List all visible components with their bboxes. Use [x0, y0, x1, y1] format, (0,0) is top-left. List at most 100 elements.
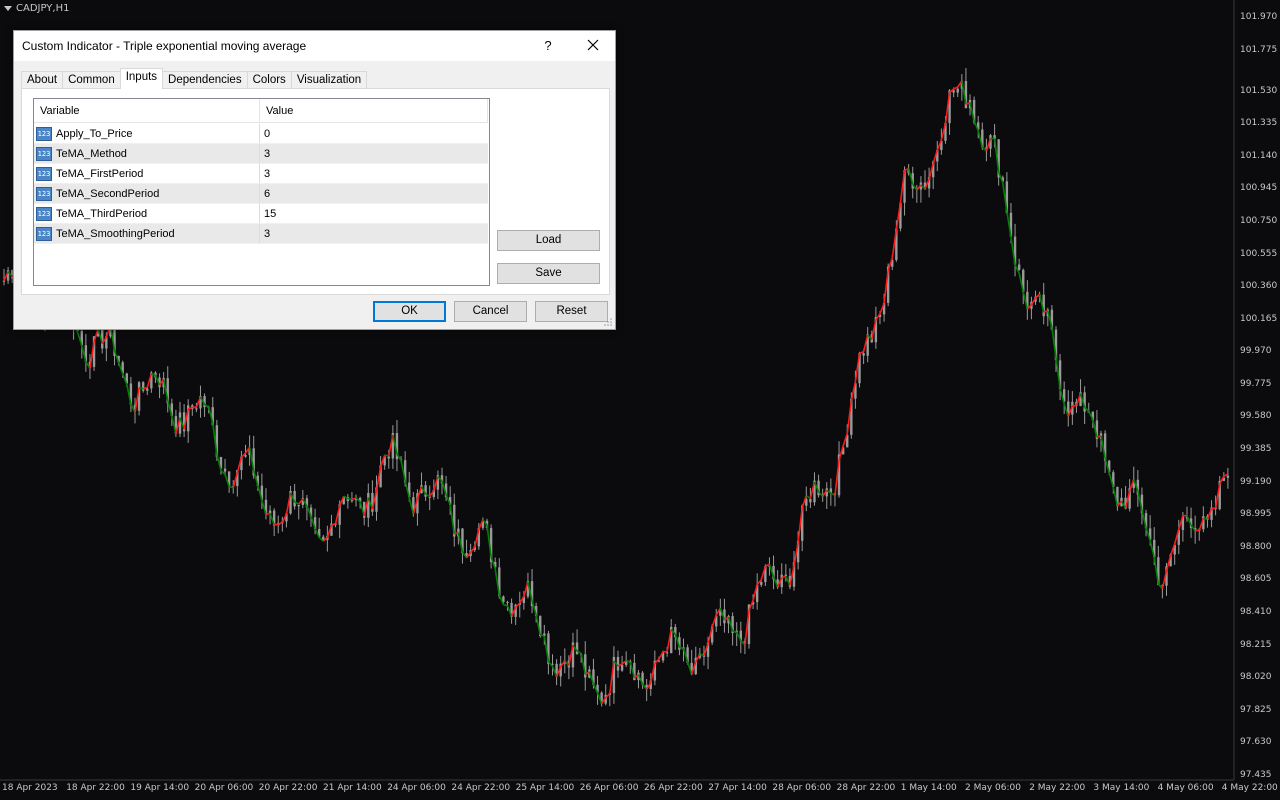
header-value[interactable]: Value	[260, 99, 488, 123]
time-tick-label: 26 Apr 22:00	[644, 783, 703, 793]
table-row[interactable]: 123 TeMA_SecondPeriod 6	[34, 184, 488, 204]
number-icon: 123	[36, 186, 52, 201]
time-tick-label: 3 May 14:00	[1093, 783, 1150, 793]
price-tick-label: 99.775	[1240, 378, 1272, 389]
variable-cell: 123 TeMA_ThirdPeriod	[34, 204, 260, 223]
candle-body	[809, 498, 812, 503]
time-tick-label: 18 Apr 2023	[2, 783, 58, 793]
variable-cell: 123 Apply_To_Price	[34, 124, 260, 143]
time-tick-label: 2 May 06:00	[965, 783, 1021, 793]
number-icon: 123	[36, 206, 52, 221]
tab-about[interactable]: About	[21, 71, 64, 89]
dialog-tabs: About Common Inputs Dependencies Colors …	[21, 68, 368, 89]
variable-cell: 123 TeMA_SmoothingPeriod	[34, 224, 260, 243]
candle-body	[760, 582, 763, 585]
inputs-table[interactable]: Variable Value 123 Apply_To_Price 0 123 Te…	[33, 98, 490, 286]
tema-line-segment	[503, 603, 508, 607]
variable-name: TeMA_Method	[56, 147, 127, 160]
table-row[interactable]: 123 TeMA_FirstPeriod 3	[34, 164, 488, 184]
variable-cell: 123 TeMA_Method	[34, 144, 260, 163]
variable-name: TeMA_SecondPeriod	[56, 187, 160, 200]
tab-visualization[interactable]: Visualization	[290, 71, 368, 89]
candle-body	[952, 90, 955, 93]
candle-body	[620, 664, 624, 671]
number-icon: 123	[36, 146, 52, 161]
price-tick-label: 101.775	[1240, 44, 1278, 55]
time-tick-label: 21 Apr 14:00	[323, 783, 382, 793]
value-cell[interactable]: 3	[260, 224, 488, 243]
variable-cell: 123 TeMA_SecondPeriod	[34, 184, 260, 203]
table-row[interactable]: 123 TeMA_ThirdPeriod 15	[34, 204, 488, 224]
tema-line-segment	[679, 646, 684, 650]
value-cell[interactable]: 3	[260, 164, 488, 183]
value-cell[interactable]: 6	[260, 184, 488, 203]
reset-button[interactable]: Reset	[535, 301, 608, 322]
help-button[interactable]: ?	[536, 35, 560, 57]
price-tick-label: 97.630	[1240, 737, 1272, 748]
price-tick-label: 97.825	[1240, 704, 1272, 715]
cancel-button[interactable]: Cancel	[454, 301, 527, 322]
price-tick-label: 100.750	[1240, 215, 1278, 226]
time-tick-label: 19 Apr 14:00	[130, 783, 190, 793]
custom-indicator-dialog: Custom Indicator - Triple exponential mo…	[13, 30, 616, 330]
candle-body	[141, 382, 145, 391]
value-cell[interactable]: 3	[260, 144, 488, 163]
dialog-titlebar[interactable]: Custom Indicator - Triple exponential mo…	[14, 31, 615, 61]
time-tick-label: 24 Apr 22:00	[451, 783, 511, 793]
tema-line-segment	[1211, 507, 1216, 510]
close-icon	[587, 39, 599, 51]
price-tick-label: 99.190	[1240, 476, 1272, 487]
time-tick-label: 27 Apr 14:00	[708, 783, 767, 793]
table-row[interactable]: 123 TeMA_SmoothingPeriod 3	[34, 224, 488, 244]
variable-name: TeMA_FirstPeriod	[56, 167, 144, 180]
value-cell[interactable]: 15	[260, 204, 488, 223]
time-tick-label: 18 Apr 22:00	[66, 783, 125, 793]
price-tick-label: 100.945	[1240, 183, 1278, 194]
price-tick-label: 97.435	[1240, 770, 1272, 780]
table-header: Variable Value	[34, 99, 488, 123]
resize-grip-icon[interactable]	[603, 317, 613, 327]
candle-body	[350, 500, 354, 502]
number-icon: 123	[36, 226, 52, 241]
tab-dependencies[interactable]: Dependencies	[162, 71, 248, 89]
price-tick-label: 100.360	[1240, 281, 1278, 292]
tema-line-segment	[277, 521, 283, 526]
price-tick-label: 101.140	[1240, 150, 1278, 161]
load-button[interactable]: Load	[497, 230, 600, 251]
candle-body	[195, 408, 198, 410]
tema-line-segment	[138, 387, 144, 390]
tab-inputs[interactable]: Inputs	[119, 68, 164, 89]
price-tick-label: 98.215	[1240, 639, 1272, 650]
value-cell[interactable]: 0	[260, 124, 488, 143]
price-tick-label: 100.165	[1240, 313, 1278, 324]
candle-body	[387, 456, 390, 459]
time-tick-label: 20 Apr 06:00	[194, 783, 254, 793]
dropdown-arrow-icon[interactable]	[4, 6, 12, 11]
tab-common[interactable]: Common	[62, 71, 121, 89]
inputs-tab-page: Variable Value 123 Apply_To_Price 0 123 Te…	[21, 88, 610, 295]
close-button[interactable]	[580, 35, 606, 57]
time-tick-label: 25 Apr 14:00	[515, 783, 575, 793]
tab-colors[interactable]: Colors	[246, 71, 292, 89]
candle-body	[862, 353, 865, 356]
candle-body	[956, 88, 959, 93]
time-tick-label: 2 May 22:00	[1029, 783, 1086, 793]
tema-line-segment	[953, 86, 959, 90]
price-tick-label: 99.580	[1240, 411, 1272, 422]
number-icon: 123	[36, 126, 52, 141]
time-tick-label: 24 Apr 06:00	[387, 783, 446, 793]
symbol-label[interactable]: CADJPY,H1	[4, 3, 69, 14]
price-tick-label: 101.970	[1240, 12, 1278, 22]
price-tick-label: 98.410	[1240, 607, 1272, 618]
price-tick-label: 98.800	[1240, 541, 1272, 552]
header-variable[interactable]: Variable	[34, 99, 260, 123]
table-row[interactable]: 123 Apply_To_Price 0	[34, 124, 488, 144]
save-button[interactable]: Save	[497, 263, 600, 284]
candle-body	[367, 492, 370, 518]
number-icon: 123	[36, 166, 52, 181]
time-tick-label: 1 May 14:00	[900, 783, 957, 793]
time-tick-label: 20 Apr 22:00	[258, 783, 318, 793]
ok-button[interactable]: OK	[373, 301, 446, 322]
candle-body	[244, 455, 247, 457]
table-row[interactable]: 123 TeMA_Method 3	[34, 144, 488, 164]
